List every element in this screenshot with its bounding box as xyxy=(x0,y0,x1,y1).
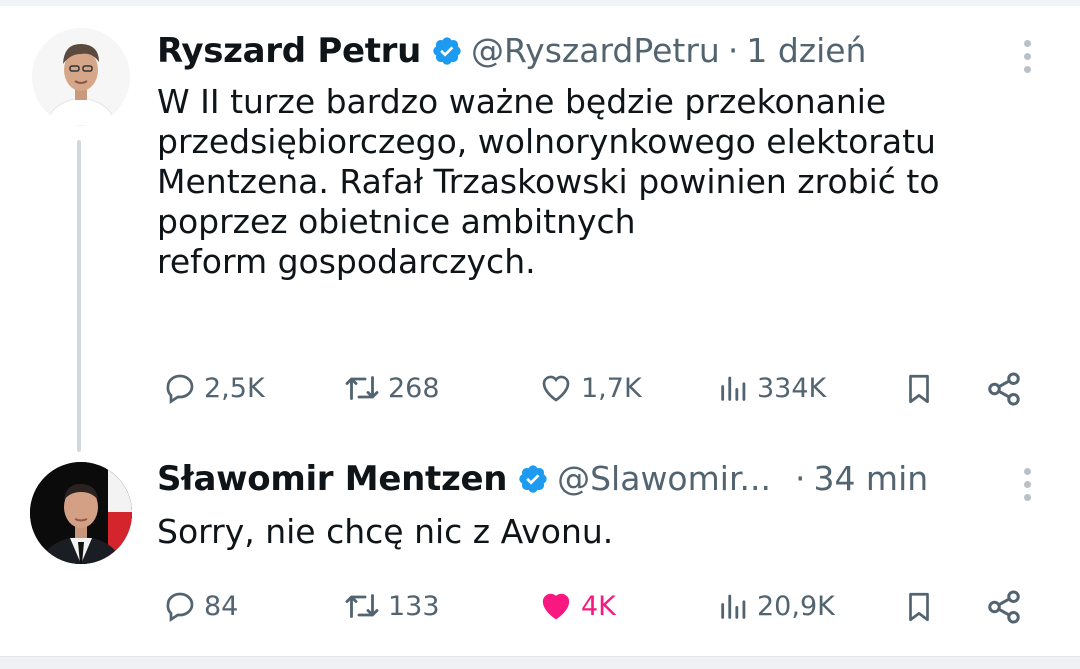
author-name[interactable]: Ryszard Petru xyxy=(157,31,421,71)
views-count: 20,9K xyxy=(757,590,835,622)
tweet-petru[interactable]: Ryszard Petru @RyszardPetru · 1 dzień W … xyxy=(0,0,1080,440)
tweet-header: Ryszard Petru @RyszardPetru · 1 dzień xyxy=(157,30,866,71)
share-button[interactable] xyxy=(985,370,1023,408)
action-bar: 2,5K 268 1,7K 334K xyxy=(157,370,1037,410)
avatar[interactable] xyxy=(32,28,130,126)
repost-button[interactable]: 268 xyxy=(342,370,440,406)
author-handle[interactable]: @RyszardPetru xyxy=(471,31,720,70)
author-name[interactable]: Sławomir Mentzen xyxy=(157,459,507,499)
action-bar: 84 133 4K 20,9K xyxy=(157,588,1037,628)
repost-count: 133 xyxy=(388,590,440,622)
reply-button[interactable]: 84 xyxy=(162,588,238,624)
bookmark-button[interactable] xyxy=(902,370,936,408)
tweet-text-line: poprzez obietnice ambitnych xyxy=(157,202,636,241)
verified-badge-icon xyxy=(431,35,463,67)
views-count: 334K xyxy=(757,372,827,404)
like-icon xyxy=(537,588,575,624)
author-handle[interactable]: @Slawomir... xyxy=(557,459,771,498)
tweet-text-line: Sorry, nie chcę nic z Avonu. xyxy=(157,512,614,551)
tweet-text-line: W II turze bardzo ważne będzie przekonan… xyxy=(157,82,887,121)
views-button[interactable]: 20,9K xyxy=(717,588,835,624)
like-button[interactable]: 4K xyxy=(537,588,616,624)
tweet-text-line: Mentzena. Rafał Trzaskowski powinien zro… xyxy=(157,162,940,201)
reply-count: 84 xyxy=(204,590,239,622)
views-icon xyxy=(717,588,751,624)
like-count: 1,7K xyxy=(581,372,642,404)
more-icon[interactable] xyxy=(1024,40,1032,79)
thread-line xyxy=(77,140,81,452)
separator-dot: · xyxy=(794,459,806,498)
tweet-text: Sorry, nie chcę nic z Avonu. xyxy=(157,512,613,552)
reply-count: 2,5K xyxy=(204,372,265,404)
like-button[interactable]: 1,7K xyxy=(537,370,642,406)
like-icon xyxy=(537,370,575,406)
bottom-edge xyxy=(0,656,1080,669)
timestamp[interactable]: 1 dzień xyxy=(746,31,866,70)
repost-button[interactable]: 133 xyxy=(342,588,440,624)
timestamp[interactable]: 34 min xyxy=(813,459,928,498)
repost-count: 268 xyxy=(388,372,440,404)
views-button[interactable]: 334K xyxy=(717,370,826,406)
tweet-text-line: reform gospodarczych. xyxy=(157,242,536,281)
avatar[interactable] xyxy=(30,462,132,564)
reply-icon xyxy=(162,588,198,624)
views-icon xyxy=(717,370,751,406)
share-button[interactable] xyxy=(985,588,1023,626)
bookmark-icon xyxy=(902,370,936,408)
share-icon xyxy=(985,370,1023,408)
like-count: 4K xyxy=(581,590,616,622)
bookmark-button[interactable] xyxy=(902,588,936,626)
repost-icon xyxy=(342,588,382,624)
tweet-mentzen[interactable]: Sławomir Mentzen @Slawomir... · 34 min S… xyxy=(0,440,1080,656)
tweet-text-line: przedsiębiorczego, wolnorynkowego elekto… xyxy=(157,122,936,161)
share-icon xyxy=(985,588,1023,626)
separator-dot: · xyxy=(727,31,739,70)
more-icon[interactable] xyxy=(1024,468,1032,507)
reply-button[interactable]: 2,5K xyxy=(162,370,265,406)
bookmark-icon xyxy=(902,588,936,626)
tweet-text: W II turze bardzo ważne będzie przekonan… xyxy=(157,82,940,282)
verified-badge-icon xyxy=(517,463,549,495)
tweet-header: Sławomir Mentzen @Slawomir... · 34 min xyxy=(157,458,928,499)
repost-icon xyxy=(342,370,382,406)
reply-icon xyxy=(162,370,198,406)
